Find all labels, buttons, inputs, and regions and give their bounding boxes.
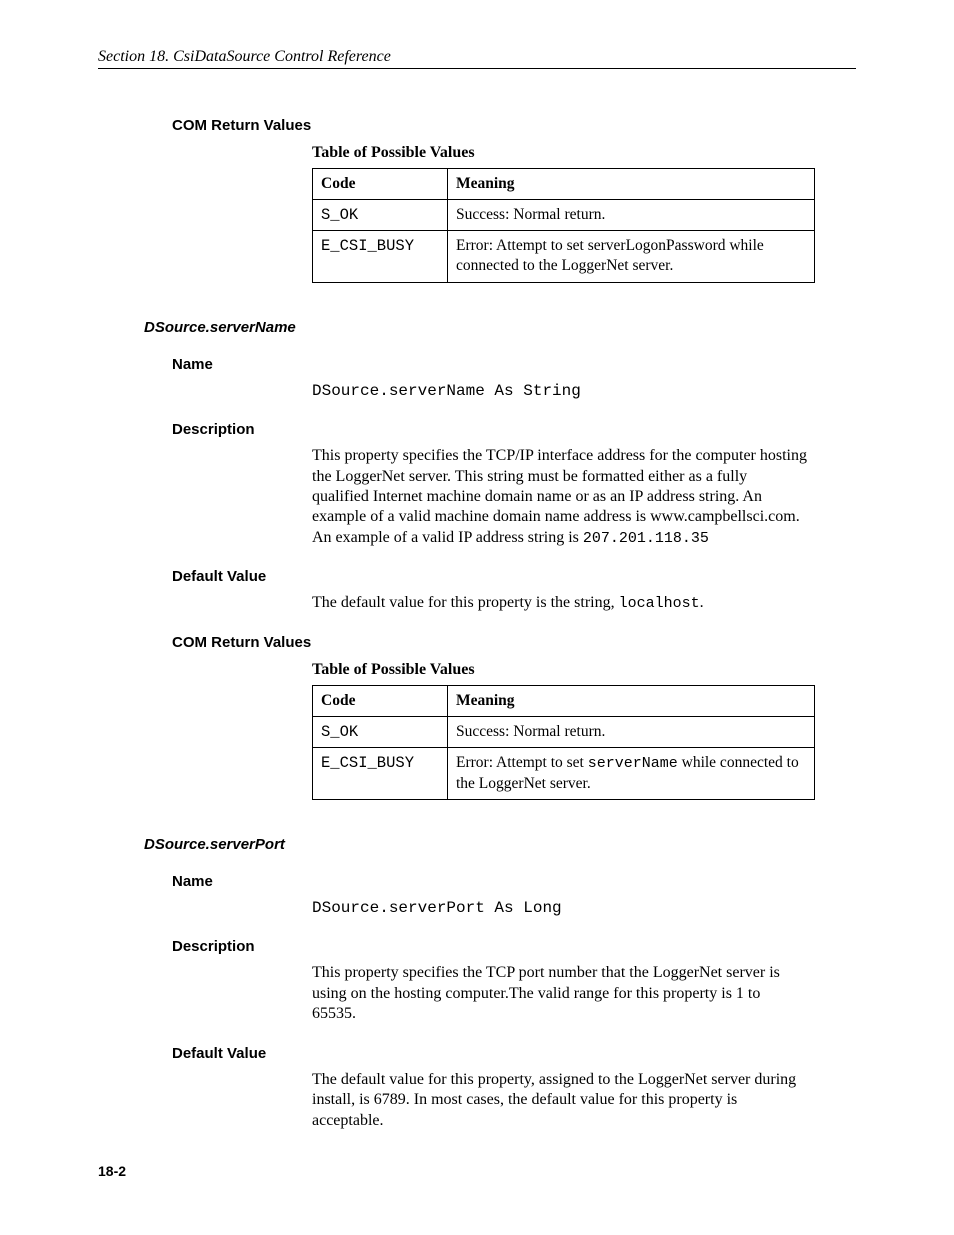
description-heading: Description — [172, 421, 856, 438]
desc-code: 207.201.118.35 — [583, 530, 709, 547]
desc-text: This property specifies the TCP/IP inter… — [312, 447, 807, 546]
default-value-heading: Default Value — [172, 1045, 856, 1062]
description-heading: Description — [172, 938, 856, 955]
table-row: S_OK Success: Normal return. — [313, 716, 815, 747]
default-code: localhost — [619, 595, 700, 612]
code-cell: S_OK — [313, 716, 448, 747]
signature-servername: DSource.serverName As String — [312, 381, 807, 401]
table-row: S_OK Success: Normal return. — [313, 200, 815, 231]
return-values-table-2: Code Meaning S_OK Success: Normal return… — [312, 685, 815, 800]
meaning-cell: Success: Normal return. — [448, 200, 815, 231]
th-code: Code — [313, 169, 448, 200]
default-post: . — [700, 594, 704, 611]
th-meaning: Meaning — [448, 685, 815, 716]
default-text-serverport: The default value for this property, ass… — [312, 1070, 807, 1131]
com-return-values-heading-2: COM Return Values — [172, 634, 856, 651]
meaning-cell: Error: Attempt to set serverLogonPasswor… — [448, 231, 815, 282]
page-number: 18-2 — [98, 1163, 126, 1179]
running-header: Section 18. CsiDataSource Control Refere… — [98, 48, 856, 69]
name-heading: Name — [172, 873, 856, 890]
property-heading-serverport: DSource.serverPort — [144, 836, 856, 853]
table-row: E_CSI_BUSY Error: Attempt to set serverL… — [313, 231, 815, 282]
description-text-servername: This property specifies the TCP/IP inter… — [312, 446, 807, 548]
code-cell: E_CSI_BUSY — [313, 231, 448, 282]
table-header-row: Code Meaning — [313, 169, 815, 200]
meaning-cell: Success: Normal return. — [448, 716, 815, 747]
property-heading-servername: DSource.serverName — [144, 319, 856, 336]
code-cell: E_CSI_BUSY — [313, 748, 448, 800]
signature-serverport: DSource.serverPort As Long — [312, 898, 807, 918]
name-heading: Name — [172, 356, 856, 373]
default-pre: The default value for this property is t… — [312, 594, 619, 611]
table-title-2: Table of Possible Values — [312, 661, 856, 679]
com-return-values-heading-1: COM Return Values — [172, 117, 856, 134]
description-text-serverport: This property specifies the TCP port num… — [312, 963, 807, 1024]
table-header-row: Code Meaning — [313, 685, 815, 716]
th-meaning: Meaning — [448, 169, 815, 200]
code-cell: S_OK — [313, 200, 448, 231]
meaning-pre: Error: Attempt to set — [456, 754, 588, 771]
default-value-heading: Default Value — [172, 568, 856, 585]
default-text-servername: The default value for this property is t… — [312, 593, 807, 613]
meaning-code: serverName — [588, 755, 678, 772]
meaning-cell: Error: Attempt to set serverName while c… — [448, 748, 815, 800]
table-title-1: Table of Possible Values — [312, 144, 856, 162]
table-row: E_CSI_BUSY Error: Attempt to set serverN… — [313, 748, 815, 800]
th-code: Code — [313, 685, 448, 716]
return-values-table-1: Code Meaning S_OK Success: Normal return… — [312, 168, 815, 283]
